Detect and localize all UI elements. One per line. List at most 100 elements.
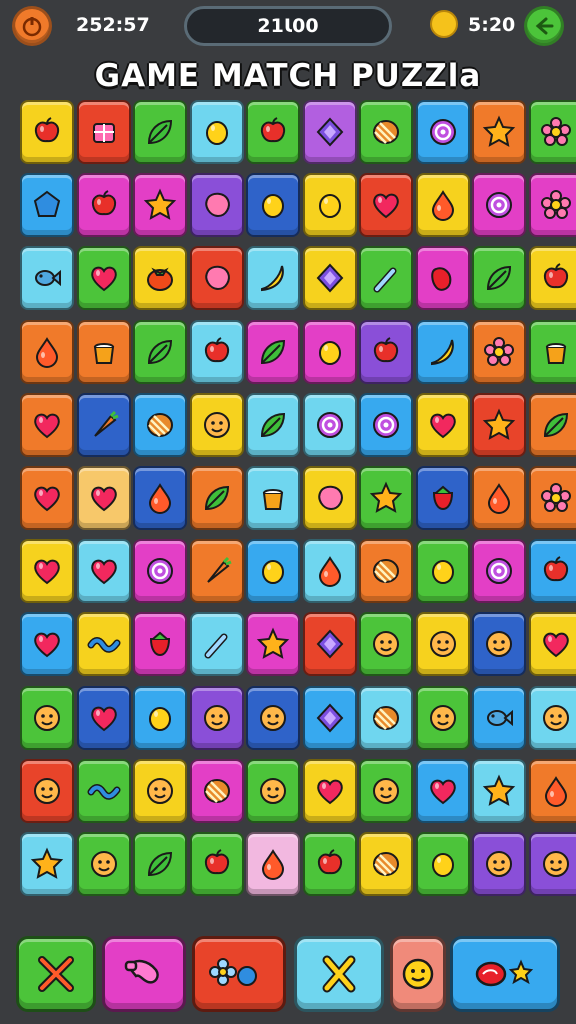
- tile[interactable]: [76, 319, 131, 384]
- tile[interactable]: [133, 246, 187, 311]
- powerup-bomb[interactable]: [450, 936, 560, 1012]
- tile[interactable]: [302, 685, 357, 750]
- tile[interactable]: [246, 100, 300, 164]
- tile[interactable]: [76, 466, 131, 530]
- tile[interactable]: [189, 539, 244, 604]
- tile[interactable]: [133, 392, 187, 457]
- tile[interactable]: [472, 173, 526, 238]
- tile[interactable]: [302, 173, 357, 238]
- tile[interactable]: [528, 319, 576, 384]
- tile[interactable]: [472, 100, 526, 164]
- tile[interactable]: [528, 246, 576, 311]
- tile[interactable]: [415, 100, 470, 164]
- tile[interactable]: [528, 758, 576, 823]
- tile[interactable]: [472, 466, 526, 530]
- tile[interactable]: [302, 612, 357, 677]
- tile[interactable]: [246, 832, 300, 896]
- tile[interactable]: [189, 100, 244, 164]
- tile[interactable]: [189, 466, 244, 530]
- tile[interactable]: [415, 539, 470, 604]
- tile[interactable]: [189, 832, 244, 896]
- tile[interactable]: [359, 685, 413, 750]
- tile[interactable]: [20, 539, 74, 604]
- tile[interactable]: [415, 685, 470, 750]
- tile[interactable]: [415, 173, 470, 238]
- tile[interactable]: [20, 392, 74, 457]
- tile[interactable]: [76, 173, 131, 238]
- tile[interactable]: [20, 319, 74, 384]
- tile[interactable]: [359, 246, 413, 311]
- tile[interactable]: [472, 612, 526, 677]
- tile[interactable]: [359, 612, 413, 677]
- tile[interactable]: [76, 100, 131, 164]
- powerup-shuffle[interactable]: [294, 936, 384, 1012]
- tile[interactable]: [302, 539, 357, 604]
- tile[interactable]: [133, 319, 187, 384]
- tile[interactable]: [246, 246, 300, 311]
- tile[interactable]: [415, 392, 470, 457]
- tile[interactable]: [189, 246, 244, 311]
- tile[interactable]: [359, 173, 413, 238]
- tile[interactable]: [302, 832, 357, 896]
- tile[interactable]: [415, 612, 470, 677]
- tile[interactable]: [415, 758, 470, 823]
- tile[interactable]: [76, 685, 131, 750]
- tile[interactable]: [20, 173, 74, 238]
- home-button[interactable]: [12, 6, 52, 46]
- tile[interactable]: [76, 392, 131, 457]
- tile[interactable]: [472, 758, 526, 823]
- tile[interactable]: [189, 319, 244, 384]
- tile[interactable]: [528, 173, 576, 238]
- tile[interactable]: [246, 392, 300, 457]
- tile[interactable]: [302, 100, 357, 164]
- powerup-hammer[interactable]: [102, 936, 186, 1012]
- back-button[interactable]: [524, 6, 564, 46]
- tile[interactable]: [20, 758, 74, 823]
- tile[interactable]: [133, 539, 187, 604]
- tile[interactable]: [246, 173, 300, 238]
- tile[interactable]: [76, 539, 131, 604]
- tile[interactable]: [528, 612, 576, 677]
- tile[interactable]: [76, 246, 131, 311]
- tile[interactable]: [472, 246, 526, 311]
- tile[interactable]: [302, 319, 357, 384]
- tile[interactable]: [359, 319, 413, 384]
- tile[interactable]: [133, 685, 187, 750]
- tile[interactable]: [246, 612, 300, 677]
- tile[interactable]: [359, 539, 413, 604]
- tile[interactable]: [20, 246, 74, 311]
- tile[interactable]: [472, 832, 526, 896]
- tile[interactable]: [359, 466, 413, 530]
- tile[interactable]: [189, 685, 244, 750]
- tile[interactable]: [189, 758, 244, 823]
- tile[interactable]: [246, 685, 300, 750]
- tile[interactable]: [472, 685, 526, 750]
- tile[interactable]: [472, 319, 526, 384]
- tile[interactable]: [472, 392, 526, 457]
- tile[interactable]: [20, 832, 74, 896]
- tile[interactable]: [302, 466, 357, 530]
- tile[interactable]: [133, 173, 187, 238]
- tile[interactable]: [528, 685, 576, 750]
- tile[interactable]: [246, 758, 300, 823]
- tile[interactable]: [20, 466, 74, 530]
- tile[interactable]: [76, 612, 131, 677]
- tile[interactable]: [415, 246, 470, 311]
- tile[interactable]: [189, 173, 244, 238]
- tile[interactable]: [359, 100, 413, 164]
- tile[interactable]: [472, 539, 526, 604]
- powerup-crossed-tools[interactable]: [16, 936, 96, 1012]
- powerup-face[interactable]: [390, 936, 446, 1012]
- tile[interactable]: [20, 100, 74, 164]
- tile[interactable]: [302, 758, 357, 823]
- tile[interactable]: [528, 539, 576, 604]
- tile[interactable]: [528, 392, 576, 457]
- tile[interactable]: [20, 685, 74, 750]
- tile[interactable]: [246, 319, 300, 384]
- tile[interactable]: [415, 832, 470, 896]
- tile[interactable]: [359, 392, 413, 457]
- tile[interactable]: [302, 246, 357, 311]
- tile[interactable]: [20, 612, 74, 677]
- tile[interactable]: [415, 319, 470, 384]
- powerup-combo[interactable]: [192, 936, 286, 1012]
